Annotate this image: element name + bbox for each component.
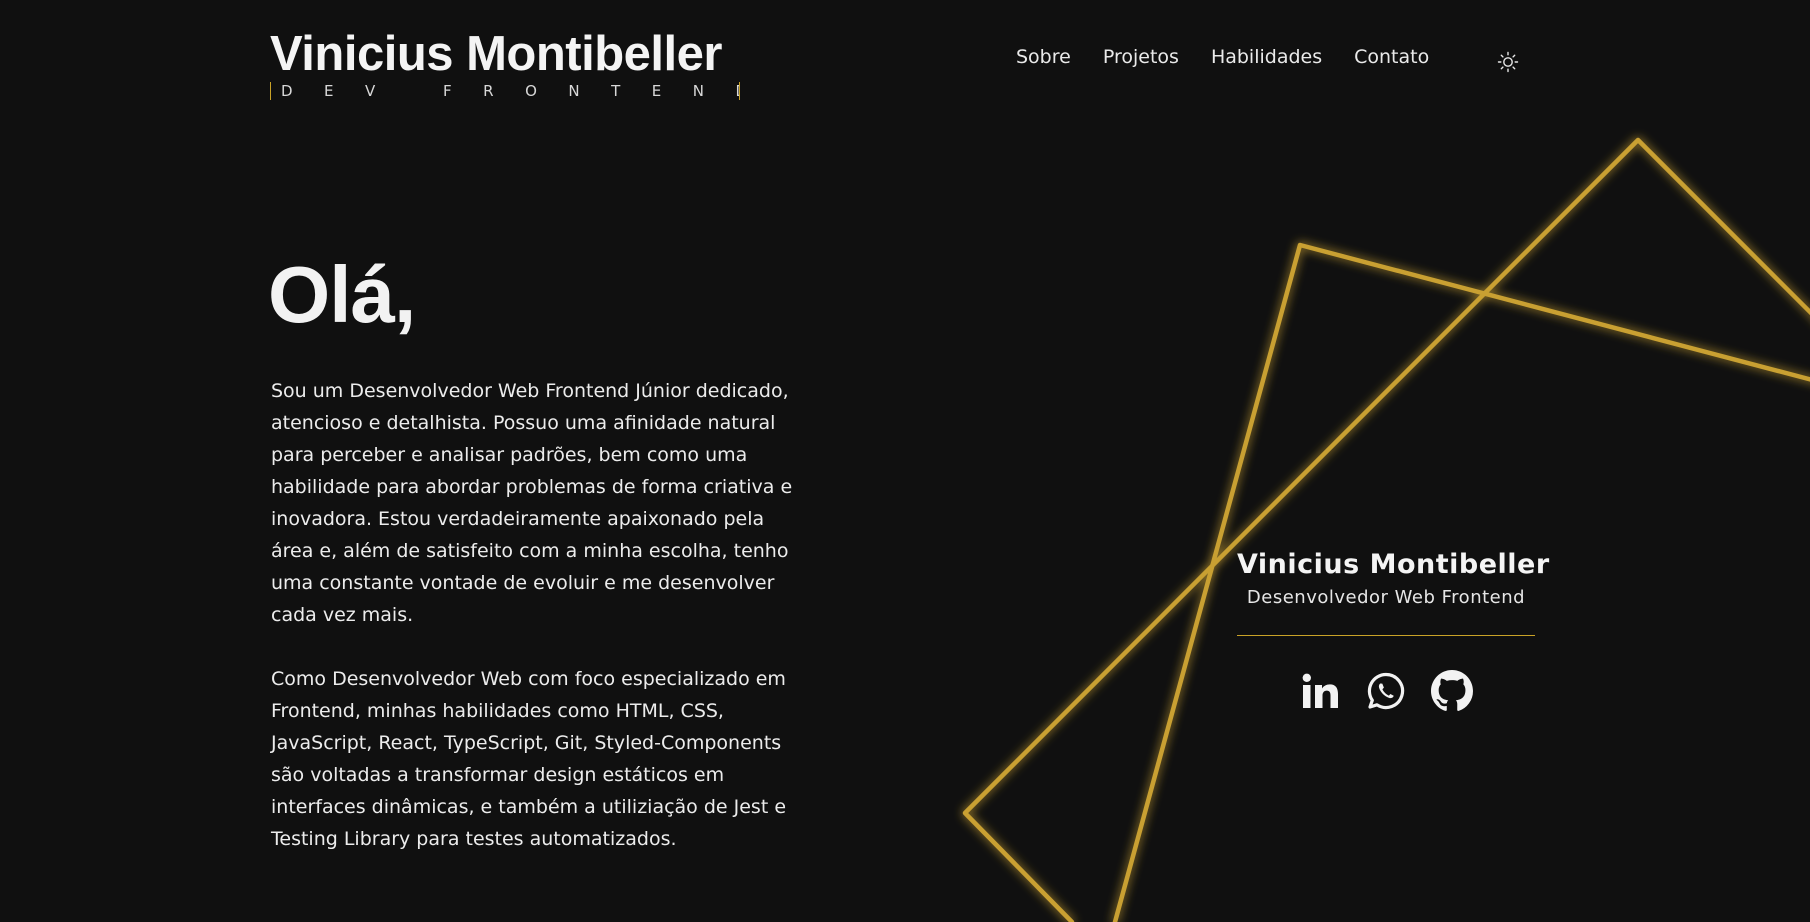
social-links <box>1237 670 1535 712</box>
whatsapp-link[interactable] <box>1365 670 1407 712</box>
github-link[interactable] <box>1431 670 1473 712</box>
nav-contato[interactable]: Contato <box>1354 46 1429 68</box>
whatsapp-icon <box>1367 672 1405 710</box>
github-icon <box>1431 670 1473 711</box>
card-divider <box>1237 635 1535 636</box>
greeting-heading: Olá, <box>268 250 416 339</box>
card-name: Vinicius Montibeller <box>1237 549 1550 580</box>
nav-projetos[interactable]: Projetos <box>1103 46 1179 68</box>
about-text: Sou um Desenvolvedor Web Frontend Júnior… <box>271 375 811 887</box>
linkedin-link[interactable] <box>1299 670 1341 712</box>
about-paragraph-1: Sou um Desenvolvedor Web Frontend Júnior… <box>271 380 793 626</box>
brand-subtitle: DEV FRONTEND <box>270 82 740 100</box>
card-role: Desenvolvedor Web Frontend <box>1246 587 1526 608</box>
nav-habilidades[interactable]: Habilidades <box>1211 46 1322 68</box>
brand-name: Vinicius Montibeller <box>270 27 722 81</box>
about-paragraph-2: Como Desenvolvedor Web com foco especial… <box>271 668 787 850</box>
brand-logo[interactable]: Vinicius Montibeller DEV FRONTEND <box>270 26 740 100</box>
theme-toggle-button[interactable] <box>1496 50 1520 74</box>
linkedin-icon <box>1302 673 1338 708</box>
nav-sobre[interactable]: Sobre <box>1016 46 1071 68</box>
portfolio-page: Vinicius Montibeller DEV FRONTEND Sobre … <box>0 0 1810 922</box>
sun-icon <box>1497 51 1519 73</box>
profile-card: Vinicius Montibeller Desenvolvedor Web F… <box>1237 545 1550 712</box>
main-nav: Sobre Projetos Habilidades Contato <box>1016 46 1461 68</box>
deco-line-a <box>962 137 1810 922</box>
